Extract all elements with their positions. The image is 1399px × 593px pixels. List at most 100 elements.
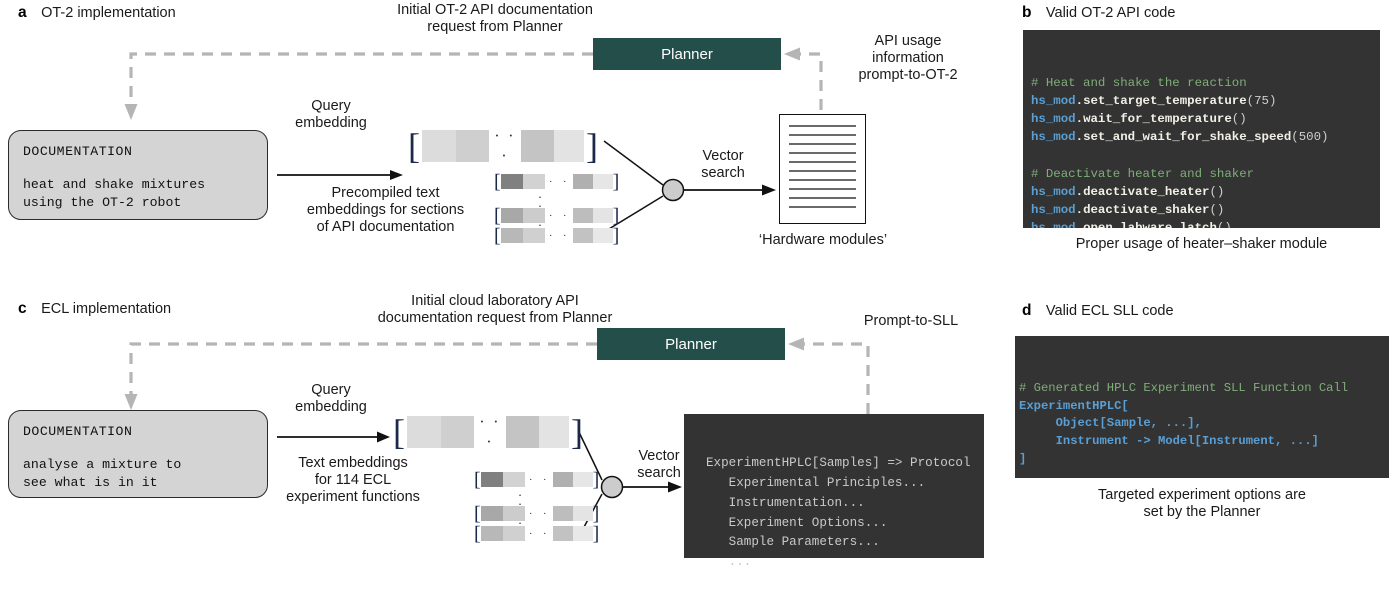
panel-d-letter: d Valid ECL SLL code bbox=[1022, 302, 1174, 320]
query-embedding-line1-c: Query bbox=[311, 382, 351, 398]
node-to-protocol-arrowhead-c bbox=[668, 481, 682, 493]
doc-vector-row-a-1: [ · · ] bbox=[494, 170, 620, 193]
panel-c-title: ECL implementation bbox=[41, 301, 172, 317]
code-dot: . bbox=[1075, 220, 1084, 228]
panel-c-request-line1: Initial cloud laboratory API bbox=[411, 293, 579, 309]
precompiled-line2-a: embeddings for sections bbox=[306, 202, 465, 219]
vector-ellipsis: · bbox=[528, 473, 535, 486]
panel-d-letter-text: d bbox=[1022, 302, 1032, 319]
panel-a-request-line2: request from Planner bbox=[427, 19, 563, 36]
code-function: wait_for_temperature bbox=[1083, 112, 1232, 127]
vector-ellipsis: · bbox=[562, 175, 569, 188]
doc-vector-row-c-1: [ · · ] bbox=[474, 468, 600, 491]
panel-d-caption-line1: Targeted experiment options are bbox=[1098, 487, 1306, 503]
code-module: hs_mod bbox=[1031, 220, 1076, 228]
code-function: open_labware_latch bbox=[1083, 220, 1217, 228]
panel-c-request-label: Initial cloud laboratory API documentati… bbox=[300, 293, 690, 327]
panel-b-letter-text: b bbox=[1022, 4, 1032, 21]
vector-search-line1-a: Vector bbox=[702, 148, 744, 164]
vector-cell bbox=[422, 130, 457, 162]
vector-cell bbox=[538, 416, 570, 448]
vector-cell bbox=[572, 228, 593, 243]
vector-search-node-c bbox=[600, 475, 624, 499]
code-args: (75) bbox=[1246, 94, 1277, 109]
hardware-modules-label: ‘Hardware modules’ bbox=[758, 232, 888, 248]
vector-ellipsis: · bbox=[528, 507, 535, 520]
precompiled-label-a: Precompiled text embeddings for sections… bbox=[288, 185, 483, 236]
vector-search-node-a bbox=[661, 178, 685, 202]
vector-cell bbox=[500, 174, 523, 189]
doc-heading-c: DOCUMENTATION bbox=[23, 424, 133, 439]
protocol-line: Experimental Principles... bbox=[706, 475, 926, 490]
vector-ellipsis: · bbox=[548, 175, 555, 188]
doc-to-query-arrowhead-c bbox=[377, 431, 390, 443]
doc-vector-row-a-2: [ · · ] bbox=[494, 204, 620, 227]
api-usage-line1: API usage bbox=[874, 33, 942, 49]
planner-to-doc-arrowhead-c bbox=[124, 394, 138, 410]
code-dot: . bbox=[1075, 130, 1084, 145]
vector-cell bbox=[592, 208, 613, 223]
vector-ellipsis: · bbox=[542, 473, 549, 486]
vector-cell bbox=[407, 416, 442, 448]
code-comment-line: # Heat and shake the reaction bbox=[1031, 76, 1247, 91]
vector-cell bbox=[506, 416, 539, 448]
precompiled-line1-a: Precompiled text bbox=[331, 185, 440, 201]
protocol-line: ... bbox=[706, 555, 752, 570]
vector-cell bbox=[592, 174, 613, 189]
vector-search-label-a: Vector search bbox=[687, 148, 759, 182]
panel-b-letter: b Valid OT-2 API code bbox=[1022, 4, 1175, 22]
planner-box-c[interactable]: Planner bbox=[597, 328, 785, 360]
vector-ellipsis: · bbox=[562, 229, 569, 242]
vector-search-line2-a: search bbox=[701, 165, 745, 182]
vector-cell bbox=[592, 228, 613, 243]
code-args: () bbox=[1231, 112, 1247, 127]
panel-a-request-label: Initial OT-2 API documentation request f… bbox=[330, 2, 660, 36]
code-args: () bbox=[1209, 202, 1225, 217]
vector-ellipsis: · bbox=[548, 229, 555, 242]
vector-ellipsis: · bbox=[542, 527, 549, 540]
query-embedding-line2-c: embedding bbox=[295, 399, 367, 416]
query-embedding-line1-a: Query bbox=[311, 98, 351, 114]
vector-cell bbox=[572, 174, 593, 189]
panel-d-caption-line2: set by the Planner bbox=[1143, 504, 1261, 521]
text-embeddings-line1-c: Text embeddings bbox=[298, 455, 408, 471]
code-dot: . bbox=[1075, 202, 1084, 217]
planner-label-a: Planner bbox=[661, 45, 713, 63]
vector-cell bbox=[572, 526, 593, 541]
protocol-line: Experiment Options... bbox=[706, 515, 888, 530]
code-module: hs_mod bbox=[1031, 130, 1076, 145]
vector-cell bbox=[500, 208, 523, 223]
vector-cell bbox=[480, 526, 503, 541]
text-embeddings-line3-c: experiment functions bbox=[286, 489, 420, 506]
text-embeddings-line2-c: for 114 ECL bbox=[314, 472, 392, 489]
panel-c-protocol-box: ExperimentHPLC[Samples] => Protocol Expe… bbox=[684, 414, 984, 569]
doc-heading-a: DOCUMENTATION bbox=[23, 144, 133, 159]
doc-to-query-arrowhead-a bbox=[390, 170, 403, 180]
panel-a-api-usage-label: API usage information prompt-to-OT-2 bbox=[828, 33, 988, 84]
documentation-box-a: DOCUMENTATION heat and shake mixtures us… bbox=[8, 130, 268, 220]
code-module: hs_mod bbox=[1031, 202, 1076, 217]
protocol-to-planner-dashed-c bbox=[804, 342, 870, 414]
vector-ellipsis: · bbox=[562, 209, 569, 222]
figure-root: a OT-2 implementation Initial OT-2 API d… bbox=[0, 0, 1399, 576]
code-args: () bbox=[1209, 184, 1225, 199]
vector-cell bbox=[441, 416, 474, 448]
panel-b-caption: Proper usage of heater–shaker module bbox=[1075, 236, 1328, 252]
doc-vector-row-c-3: [ · · ] bbox=[474, 522, 600, 545]
vector-cell bbox=[572, 472, 593, 487]
vector-cell bbox=[522, 174, 545, 189]
code-function: set_target_temperature bbox=[1083, 94, 1247, 109]
code-module: hs_mod bbox=[1031, 184, 1076, 199]
code-line: Instrument -> Model[Instrument, ...] bbox=[1019, 434, 1319, 449]
vector-cell bbox=[553, 130, 585, 162]
code-comment-line: # Generated HPLC Experiment SLL Function… bbox=[1019, 380, 1349, 395]
doc-line2-a: using the OT-2 robot bbox=[23, 195, 182, 211]
query-vector-a: [ · · · ] bbox=[408, 126, 599, 166]
planner-box-a[interactable]: Planner bbox=[593, 38, 781, 70]
vector-cell bbox=[480, 506, 503, 521]
doc-line1-c: analyse a mixture to bbox=[23, 456, 182, 472]
vector-cell bbox=[522, 208, 545, 223]
precompiled-line3-a: of API documentation bbox=[316, 219, 455, 236]
code-args: () bbox=[1216, 220, 1232, 228]
panel-d-caption: Targeted experiment options are set by t… bbox=[1015, 487, 1389, 521]
